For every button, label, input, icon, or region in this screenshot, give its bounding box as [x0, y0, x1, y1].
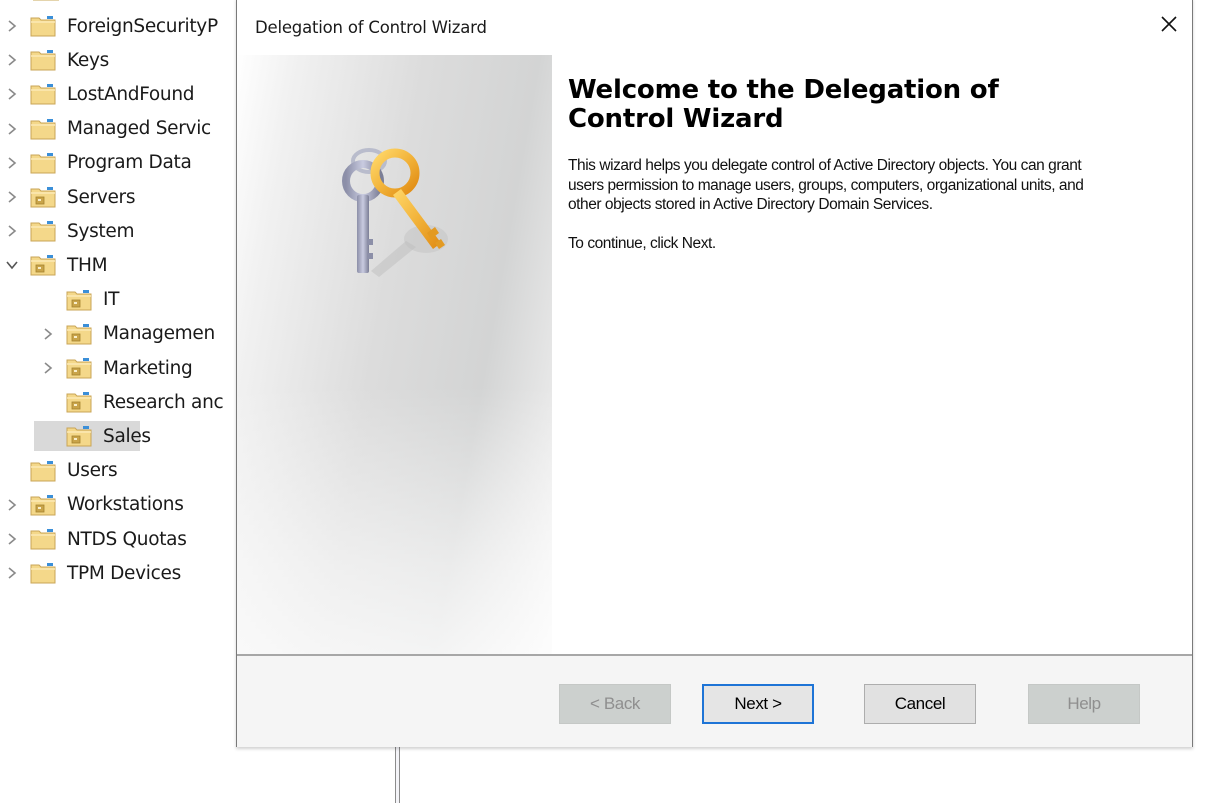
- help-button[interactable]: Help: [1028, 684, 1140, 724]
- keys-icon: [331, 121, 461, 281]
- tree-item[interactable]: ForeignSecurityP: [2, 9, 221, 43]
- chevron-right-icon[interactable]: [2, 16, 22, 36]
- folder-icon: [30, 152, 56, 174]
- wizard-content: Welcome to the Delegation of Control Wiz…: [568, 76, 1168, 253]
- ou-folder-icon: [66, 323, 92, 345]
- close-icon: [1160, 15, 1178, 38]
- tree-item[interactable]: Program Data: [2, 146, 195, 180]
- tree-item[interactable]: LostAndFound: [2, 77, 197, 111]
- cancel-button[interactable]: Cancel: [864, 684, 976, 724]
- tree-item[interactable]: Servers: [2, 180, 138, 214]
- chevron-right-icon[interactable]: [2, 529, 22, 549]
- pane-splitter[interactable]: [395, 745, 400, 803]
- dialog-titlebar[interactable]: Delegation of Control Wizard: [237, 0, 1192, 53]
- tree-item[interactable]: Workstations: [2, 488, 187, 522]
- chevron-right-icon[interactable]: [2, 187, 22, 207]
- tree-item-label: Users: [67, 460, 118, 482]
- tree-item-label: Managemen: [103, 323, 215, 345]
- tree-item[interactable]: Marketing: [38, 351, 196, 385]
- chevron-right-icon[interactable]: [2, 495, 22, 515]
- partial-folder-icon: [32, 0, 60, 2]
- welcome-heading: Welcome to the Delegation of Control Wiz…: [568, 75, 999, 134]
- tree-item[interactable]: THM: [2, 248, 110, 282]
- tree-item-label: IT: [103, 289, 120, 311]
- tree-item[interactable]: System: [2, 214, 137, 248]
- tree-item-label: LostAndFound: [67, 83, 195, 105]
- ou-folder-icon: [66, 357, 92, 379]
- ou-folder-icon: [30, 254, 56, 276]
- ou-folder-icon: [30, 186, 56, 208]
- tree-item[interactable]: TPM Devices: [2, 556, 184, 590]
- chevron-right-icon[interactable]: [38, 324, 58, 344]
- folder-icon: [30, 118, 56, 140]
- delegation-wizard-dialog: Delegation of Control Wizard Welcome to …: [236, 0, 1193, 747]
- folder-icon: [30, 562, 56, 584]
- continue-hint: To continue, click Next.: [568, 234, 716, 252]
- tree-item-label: Keys: [67, 49, 109, 71]
- wizard-side-banner: [237, 55, 552, 656]
- tree-item-label: System: [67, 220, 135, 242]
- tree-item-label: TPM Devices: [67, 562, 181, 584]
- chevron-right-icon[interactable]: [2, 221, 22, 241]
- tree-item[interactable]: Sales: [34, 419, 154, 453]
- tree-item[interactable]: NTDS Quotas: [2, 522, 190, 556]
- tree-item-label: THM: [67, 254, 108, 276]
- tree-item[interactable]: IT: [38, 283, 122, 317]
- tree-item-label: NTDS Quotas: [67, 528, 187, 550]
- dialog-title: Delegation of Control Wizard: [255, 18, 487, 37]
- chevron-right-icon[interactable]: [38, 358, 58, 378]
- back-button[interactable]: < Back: [559, 684, 671, 724]
- folder-icon: [30, 83, 56, 105]
- tree-item[interactable]: Managed Servic: [2, 112, 214, 146]
- wizard-button-bar: < Back Next > Cancel Help: [237, 654, 1192, 747]
- chevron-right-icon[interactable]: [2, 50, 22, 70]
- tree-item-label: ForeignSecurityP: [67, 15, 218, 37]
- ou-folder-icon: [66, 289, 92, 311]
- ou-folder-icon: [66, 391, 92, 413]
- tree-item[interactable]: Research anc: [38, 385, 226, 419]
- chevron-right-icon[interactable]: [2, 84, 22, 104]
- tree-item-label: Marketing: [103, 357, 193, 379]
- ou-folder-icon: [66, 425, 92, 447]
- chevron-right-icon[interactable]: [2, 563, 22, 583]
- tree-item-label: Managed Servic: [67, 118, 211, 140]
- next-button[interactable]: Next >: [702, 684, 814, 724]
- intro-paragraph: This wizard helps you delegate control o…: [568, 157, 1084, 213]
- tree-item-label: Workstations: [67, 494, 184, 516]
- ou-folder-icon: [30, 494, 56, 516]
- folder-icon: [30, 528, 56, 550]
- tree-item-label: Program Data: [67, 152, 192, 174]
- tree-item-label: Sales: [103, 425, 151, 447]
- folder-icon: [30, 460, 56, 482]
- tree-item[interactable]: Managemen: [38, 317, 218, 351]
- tree-item-label: Research anc: [103, 391, 224, 413]
- folder-icon: [30, 15, 56, 37]
- tree-item[interactable]: Keys: [2, 43, 112, 77]
- chevron-right-icon[interactable]: [2, 119, 22, 139]
- folder-icon: [30, 220, 56, 242]
- folder-icon: [30, 49, 56, 71]
- chevron-right-icon[interactable]: [2, 153, 22, 173]
- close-button[interactable]: [1146, 8, 1192, 44]
- tree-item[interactable]: Users: [2, 454, 120, 488]
- chevron-down-icon[interactable]: [2, 255, 22, 275]
- ad-tree-pane: ForeignSecurityP Keys LostAndFound Managed …: [0, 0, 240, 803]
- tree-item-label: Servers: [67, 186, 136, 208]
